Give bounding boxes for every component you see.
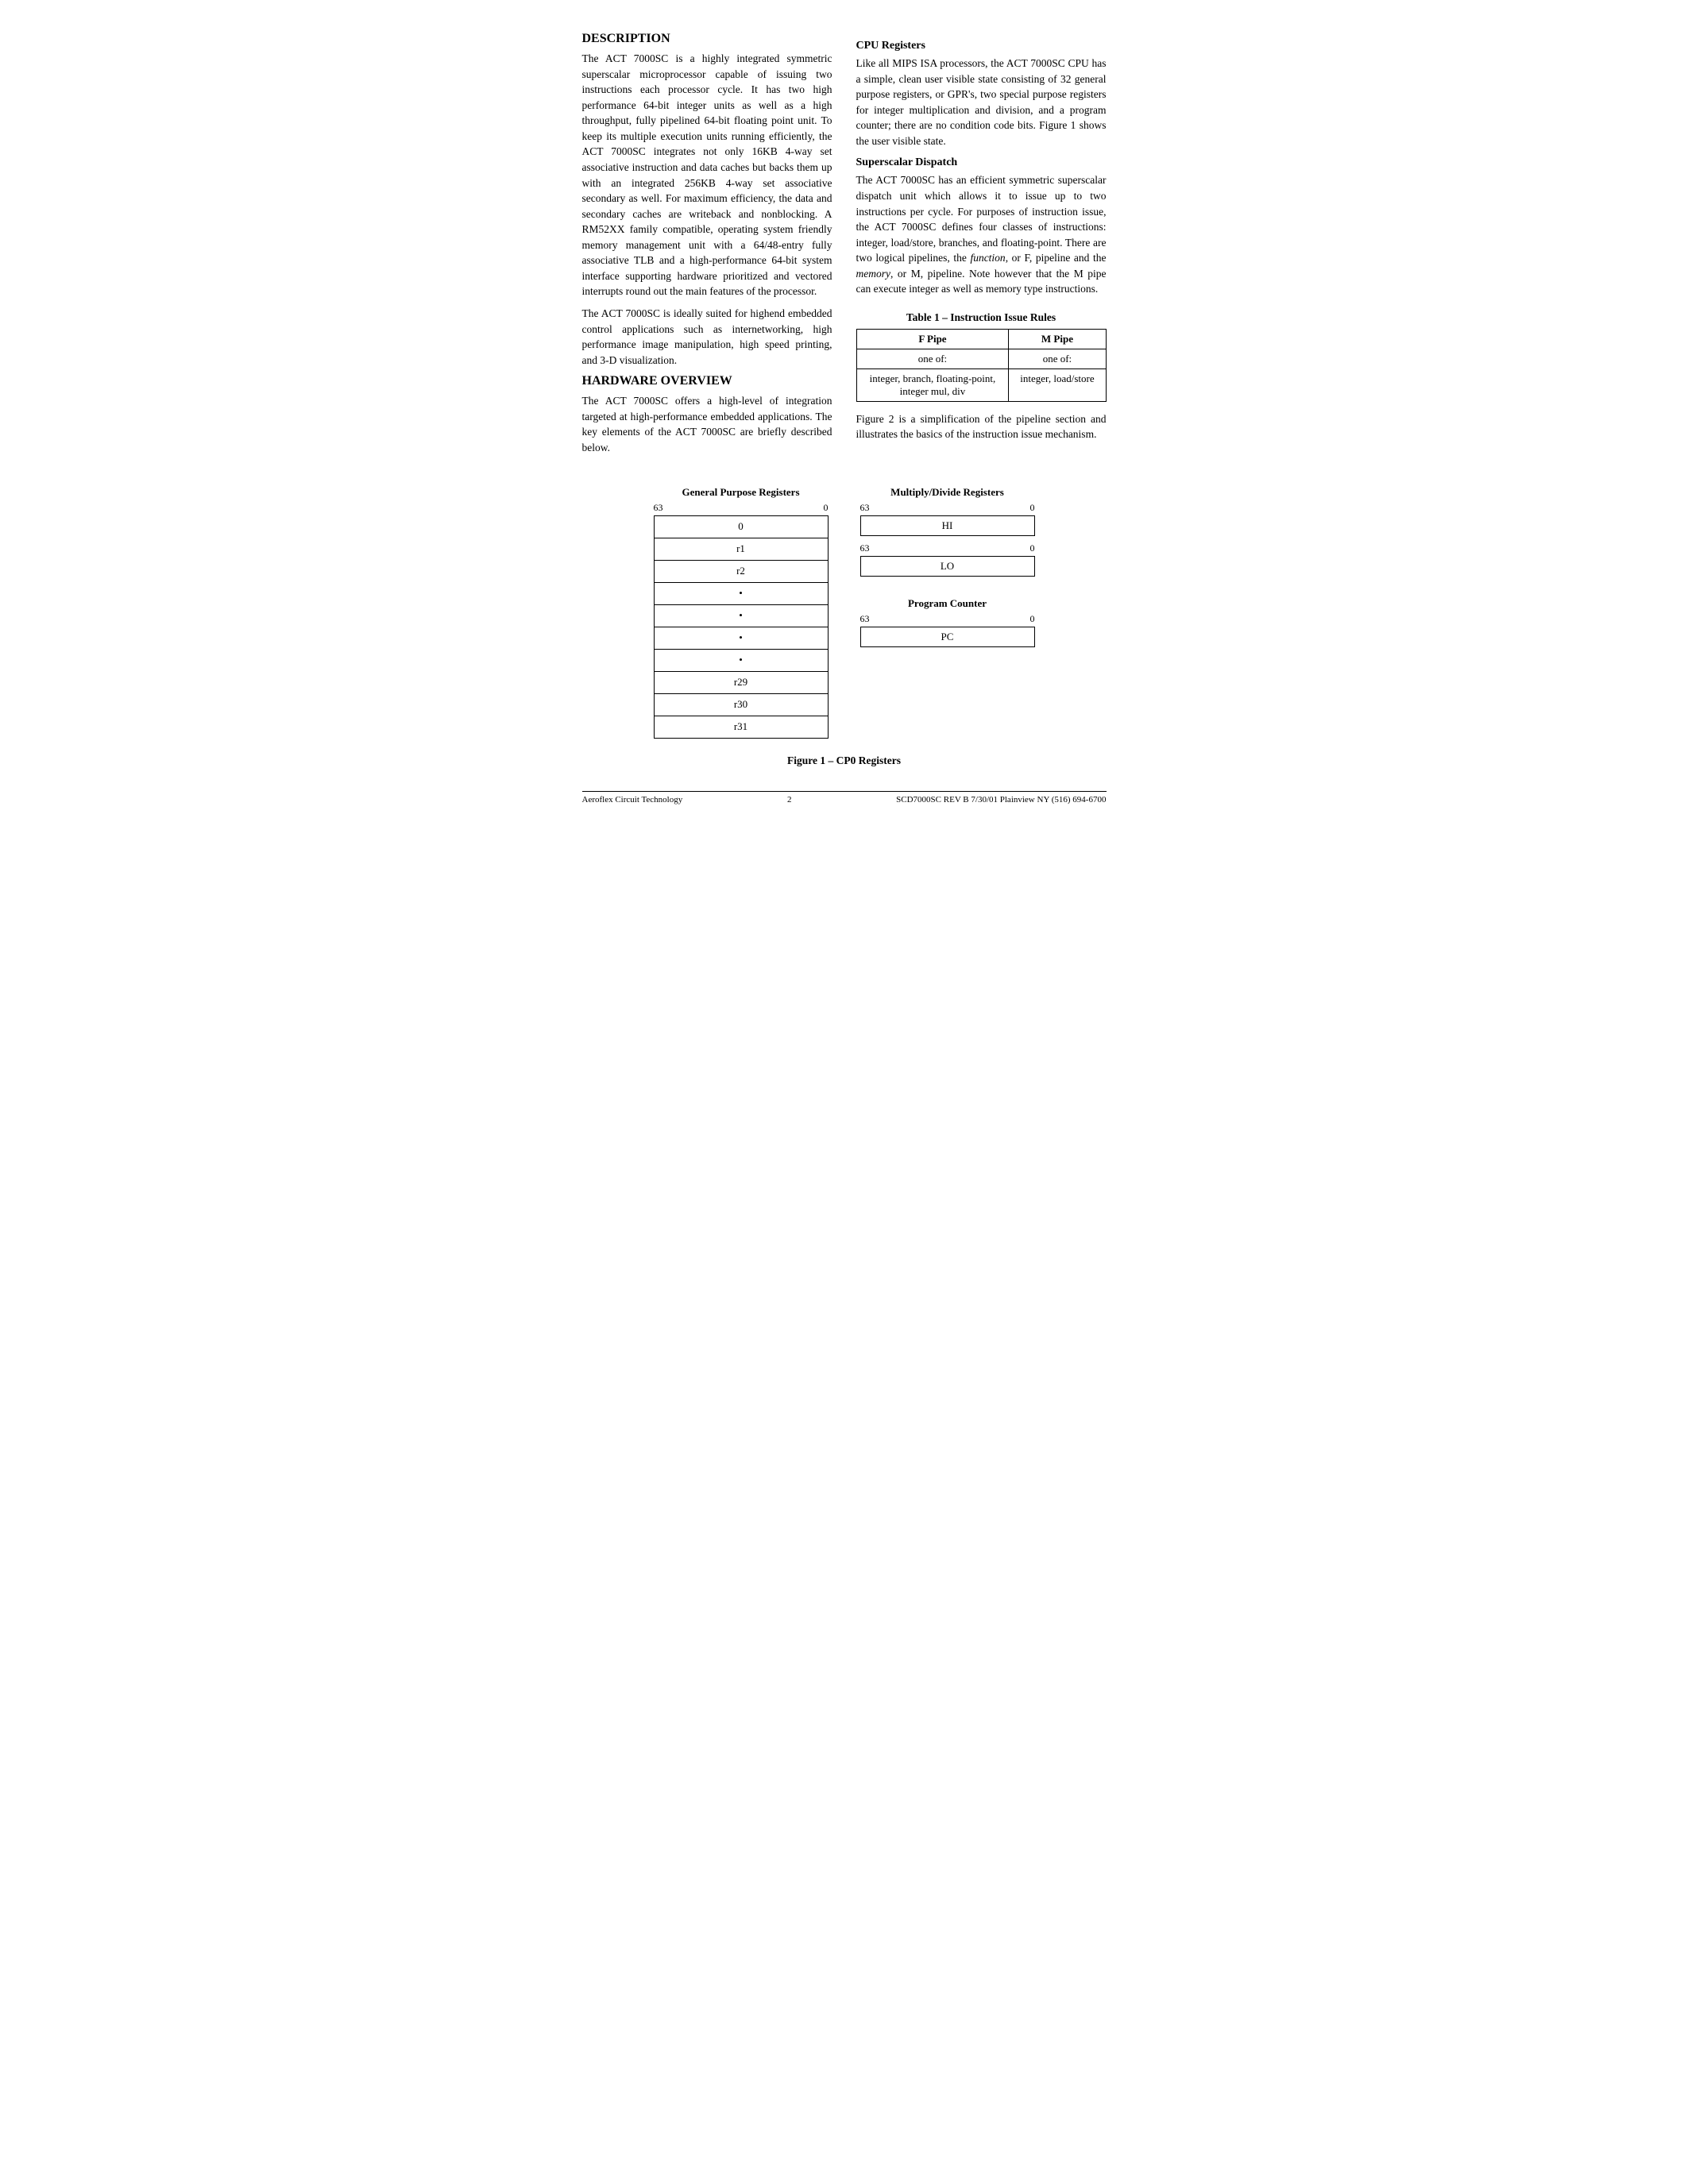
- description-title: DESCRIPTION: [582, 32, 832, 46]
- hi-bit-high: 63: [860, 502, 870, 514]
- table-cell-fpipe-oneof: one of:: [856, 349, 1009, 369]
- table-row: r29: [654, 671, 828, 693]
- table-cell-mpipe-instructions: integer, load/store: [1009, 369, 1106, 401]
- figure-caption: Figure 1 – CP0 Registers: [582, 754, 1107, 767]
- pc-title: Program Counter: [860, 597, 1035, 610]
- table-row: r1: [654, 538, 828, 560]
- table-row: •: [654, 627, 828, 649]
- pc-register-box: PC: [860, 627, 1035, 647]
- instruction-issue-table: F Pipe M Pipe one of: one of: integer, b…: [856, 329, 1107, 402]
- md-title: Multiply/Divide Registers: [860, 486, 1035, 499]
- gpr-bit-low: 0: [824, 502, 829, 514]
- multiply-divide-group: Multiply/Divide Registers 63 0 HI 63 0 L…: [860, 486, 1035, 577]
- gpr-row-dot3: •: [654, 627, 828, 649]
- hardware-overview-title: HARDWARE OVERVIEW: [582, 374, 832, 388]
- table-cell-fpipe-instructions: integer, branch, floating-point,integer …: [856, 369, 1009, 401]
- table-header-mpipe: M Pipe: [1009, 329, 1106, 349]
- footer-center: 2: [787, 795, 792, 805]
- pc-bit-high: 63: [860, 613, 870, 625]
- table-row: r31: [654, 716, 828, 738]
- footer-right: SCD7000SC REV B 7/30/01 Plainview NY (51…: [896, 795, 1106, 805]
- gpr-row-dot1: •: [654, 582, 828, 604]
- footer-page-number: 2: [787, 795, 792, 805]
- hi-bit-low: 0: [1030, 502, 1035, 514]
- gpr-row-dot4: •: [654, 649, 828, 671]
- lo-bit-low: 0: [1030, 542, 1035, 554]
- table-title: Table 1 – Instruction Issue Rules: [856, 311, 1107, 324]
- table-row: •: [654, 582, 828, 604]
- pc-bit-low: 0: [1030, 613, 1035, 625]
- hardware-overview-para: The ACT 7000SC offers a high-level of in…: [582, 393, 832, 455]
- main-content: DESCRIPTION The ACT 7000SC is a highly i…: [582, 32, 1107, 462]
- gpr-title: General Purpose Registers: [682, 486, 799, 499]
- gpr-row-r30: r30: [654, 693, 828, 716]
- cpu-registers-para: Like all MIPS ISA processors, the ACT 70…: [856, 56, 1107, 149]
- lo-register: 63 0 LO: [860, 542, 1035, 577]
- footer-company: Aeroflex Circuit Technology: [582, 795, 683, 805]
- right-column: CPU Registers Like all MIPS ISA processo…: [856, 32, 1107, 462]
- table-row: one of: one of:: [856, 349, 1106, 369]
- footer-left: Aeroflex Circuit Technology: [582, 795, 683, 805]
- right-registers: Multiply/Divide Registers 63 0 HI 63 0 L…: [860, 486, 1035, 647]
- lo-bit-high: 63: [860, 542, 870, 554]
- footer: Aeroflex Circuit Technology 2 SCD7000SC …: [582, 791, 1107, 805]
- gpr-table: 0 r1 r2 • • • • r29 r30 r31: [654, 515, 829, 739]
- gpr-group: General Purpose Registers 63 0 0 r1 r2 •…: [654, 486, 829, 739]
- program-counter-group: Program Counter 63 0 PC: [860, 597, 1035, 647]
- gpr-bit-high: 63: [654, 502, 663, 514]
- left-column: DESCRIPTION The ACT 7000SC is a highly i…: [582, 32, 832, 462]
- pc-bit-labels: 63 0: [860, 613, 1035, 625]
- hi-bit-labels: 63 0: [860, 502, 1035, 514]
- lo-register-box: LO: [860, 556, 1035, 577]
- table-row: •: [654, 649, 828, 671]
- figure-note: Figure 2 is a simplification of the pipe…: [856, 411, 1107, 442]
- cpu-registers-title: CPU Registers: [856, 40, 1107, 52]
- table-header-fpipe: F Pipe: [856, 329, 1009, 349]
- superscalar-dispatch-para: The ACT 7000SC has an efficient symmetri…: [856, 172, 1107, 297]
- gpr-row-dot2: •: [654, 604, 828, 627]
- hi-register: 63 0 HI: [860, 502, 1035, 536]
- gpr-row-r29: r29: [654, 671, 828, 693]
- figure-area: General Purpose Registers 63 0 0 r1 r2 •…: [582, 486, 1107, 739]
- table-row: integer, branch, floating-point,integer …: [856, 369, 1106, 401]
- table-cell-mpipe-oneof: one of:: [1009, 349, 1106, 369]
- gpr-bit-labels: 63 0: [654, 502, 829, 514]
- table-row: r30: [654, 693, 828, 716]
- gpr-row-r1: r1: [654, 538, 828, 560]
- hi-register-box: HI: [860, 515, 1035, 536]
- table-row: r2: [654, 560, 828, 582]
- table-row: •: [654, 604, 828, 627]
- gpr-row-0: 0: [654, 515, 828, 538]
- page: DESCRIPTION The ACT 7000SC is a highly i…: [582, 32, 1107, 805]
- table-row: 0: [654, 515, 828, 538]
- gpr-row-r31: r31: [654, 716, 828, 738]
- description-para-1: The ACT 7000SC is a highly integrated sy…: [582, 51, 832, 299]
- lo-bit-labels: 63 0: [860, 542, 1035, 554]
- footer-doc-info: SCD7000SC REV B 7/30/01 Plainview NY (51…: [896, 795, 1106, 805]
- gpr-row-r2: r2: [654, 560, 828, 582]
- superscalar-dispatch-title: Superscalar Dispatch: [856, 156, 1107, 169]
- description-para-2: The ACT 7000SC is ideally suited for hig…: [582, 306, 832, 368]
